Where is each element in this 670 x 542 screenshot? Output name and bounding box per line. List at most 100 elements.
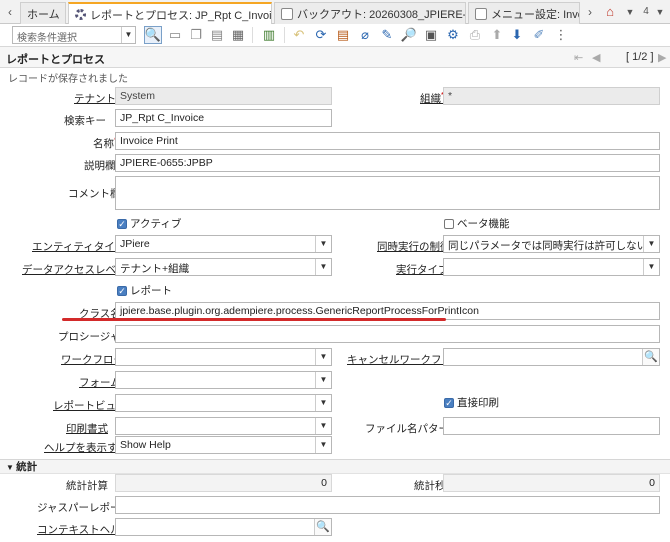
chevron-down-icon[interactable]: ▼	[315, 372, 331, 388]
first-record-icon[interactable]: ⇤	[574, 51, 583, 64]
undo-icon[interactable]: ↶	[290, 26, 308, 44]
search-icon[interactable]: 🔍	[144, 26, 162, 44]
chevron-down-icon[interactable]: ▼	[315, 259, 331, 275]
collapse-icon: ▼	[6, 463, 17, 472]
chevron-down-icon[interactable]: ▼	[121, 27, 135, 43]
stats-section-header[interactable]: ▼ 統計	[0, 459, 670, 474]
zoom-across-icon[interactable]: 🔎	[400, 26, 418, 44]
check-icon: ✓	[117, 218, 127, 229]
workflow-select[interactable]: ▼	[115, 348, 332, 366]
chevron-down-icon[interactable]: ▼	[315, 349, 331, 365]
stats-count-label: 統計計算	[66, 480, 108, 492]
chat-icon[interactable]: ✎	[378, 26, 396, 44]
home-icon[interactable]: ⌂	[602, 4, 618, 20]
org-field: *	[443, 87, 660, 105]
tab-scroll-right-icon[interactable]: ›	[582, 4, 598, 20]
procedure-input[interactable]	[115, 325, 660, 343]
tab-home-label: ホーム	[27, 8, 60, 21]
window-header: レポートとプロセス ⇤ ◀ [ 1/2 ] ▶	[0, 46, 670, 68]
report-view-select[interactable]: ▼	[115, 394, 332, 412]
tab-backout-label: バックアウト: 20260308_JPIERE-0655	[297, 8, 466, 21]
tab-menu-settings[interactable]: メニュー設定: Invoice (C	[468, 2, 580, 24]
search-icon[interactable]: 🔍	[642, 349, 659, 365]
grid-toggle-icon[interactable]: ▤	[334, 26, 352, 44]
tab-report-process-label: レポートとプロセス: JP_Rpt C_Invoice...	[90, 9, 272, 22]
delete-icon[interactable]: ▥	[260, 26, 278, 44]
arrow-down-icon[interactable]: ⬇	[508, 26, 526, 44]
help-display-select[interactable]: Show Help ▼	[115, 436, 332, 454]
direct-print-checkbox[interactable]: ✓ 直接印刷	[444, 395, 499, 410]
cancel-workflow-input[interactable]: 🔍	[443, 348, 660, 366]
tag-icon[interactable]: ✐	[530, 26, 548, 44]
jasper-report-input[interactable]	[115, 496, 660, 514]
tab-report-process[interactable]: レポートとプロセス: JP_Rpt C_Invoice... ✕	[68, 2, 272, 25]
check-icon: ✓	[117, 285, 127, 296]
filename-pattern-input[interactable]	[443, 417, 660, 435]
comment-label: コメント欄	[68, 188, 121, 200]
description-label: 説明欄	[84, 160, 116, 172]
process-gear-icon[interactable]: ⚙	[444, 26, 462, 44]
window-icon	[475, 7, 487, 20]
check-icon: ✓	[444, 397, 454, 408]
chevron-down-icon[interactable]: ▼	[315, 437, 331, 453]
new-record-icon[interactable]: ▭	[166, 26, 184, 44]
description-input[interactable]: JPIERE-0655:JPBP	[115, 154, 660, 172]
active-checkbox[interactable]: ✓ アクティブ	[117, 216, 181, 231]
stats-seconds-label: 統計秒	[414, 480, 446, 492]
comment-textarea[interactable]	[115, 176, 660, 210]
print-icon[interactable]: ⎙	[466, 26, 484, 44]
form-select[interactable]: ▼	[115, 371, 332, 389]
execution-type-label[interactable]: 実行タイプ	[396, 262, 449, 277]
highlight-underline	[62, 318, 446, 321]
chevron-down-icon[interactable]: ▼	[315, 418, 331, 434]
chevron-down-icon[interactable]: ▼	[643, 259, 659, 275]
stats-count-field: 0	[115, 474, 332, 492]
name-label: 名称*	[93, 136, 117, 150]
record-navigator: [ 1/2 ]	[626, 51, 654, 63]
name-input[interactable]: Invoice Print	[115, 132, 660, 150]
context-help-input[interactable]: 🔍	[115, 518, 332, 536]
gear-icon	[75, 9, 86, 20]
arrow-up-icon[interactable]: ⬆	[488, 26, 506, 44]
data-access-label[interactable]: データアクセスレベル*	[22, 262, 130, 277]
status-message: レコードが保存されました	[8, 74, 128, 85]
tab-scroll-left-icon[interactable]: ‹	[2, 4, 18, 20]
chevron-down-icon[interactable]: ▼	[643, 236, 659, 252]
tab-bar: ‹ ホーム レポートとプロセス: JP_Rpt C_Invoice... ✕ バ…	[0, 0, 670, 25]
next-record-icon[interactable]: ▶	[658, 51, 666, 64]
print-format-label[interactable]: 印刷書式	[66, 421, 108, 436]
report-checkbox[interactable]: ✓ レポート	[117, 283, 172, 298]
tab-menu-settings-label: メニュー設定: Invoice (C	[491, 8, 579, 21]
chevron-down-icon[interactable]: ▼	[652, 4, 668, 20]
prev-record-icon[interactable]: ◀	[592, 51, 600, 64]
chevron-down-icon[interactable]: ▼	[622, 4, 638, 20]
stats-seconds-field: 0	[443, 474, 660, 492]
search-criteria-placeholder: 検索条件選択	[17, 33, 77, 44]
tab-backout[interactable]: バックアウト: 20260308_JPIERE-0655	[274, 2, 466, 24]
copy-record-icon[interactable]: ❐	[187, 26, 205, 44]
window-icon	[281, 7, 293, 20]
attachment-icon[interactable]: ⌀	[356, 26, 374, 44]
entity-type-select[interactable]: JPiere ▼	[115, 235, 332, 253]
search-criteria-select[interactable]: 検索条件選択 ▼	[12, 26, 136, 44]
archive-icon[interactable]: ▣	[422, 26, 440, 44]
execution-type-select[interactable]: ▼	[443, 258, 660, 276]
refresh-icon[interactable]: ⟳	[312, 26, 330, 44]
org-label[interactable]: 組織*	[420, 91, 444, 106]
entity-type-label[interactable]: エンティティタイプ*	[32, 239, 128, 254]
save-icon[interactable]: ▤	[208, 26, 226, 44]
concurrency-select[interactable]: 同じパラメータでは同時実行は許可しない ▼	[443, 235, 660, 253]
more-menu-icon[interactable]: ⋮	[552, 26, 570, 44]
tenant-label[interactable]: テナント*	[74, 91, 119, 106]
beta-checkbox[interactable]: ベータ機能	[444, 216, 510, 231]
chevron-down-icon[interactable]: ▼	[315, 236, 331, 252]
search-icon[interactable]: 🔍	[314, 519, 331, 535]
window-title: レポートとプロセス	[6, 54, 105, 66]
tab-home[interactable]: ホーム	[20, 2, 66, 24]
search-key-input[interactable]: JP_Rpt C_Invoice	[115, 109, 332, 127]
chevron-down-icon[interactable]: ▼	[315, 395, 331, 411]
data-access-select[interactable]: テナント+組織 ▼	[115, 258, 332, 276]
save-create-icon[interactable]: ▦	[229, 26, 247, 44]
print-format-select[interactable]: ▼	[115, 417, 332, 435]
search-key-label: 検索キー	[64, 115, 106, 127]
